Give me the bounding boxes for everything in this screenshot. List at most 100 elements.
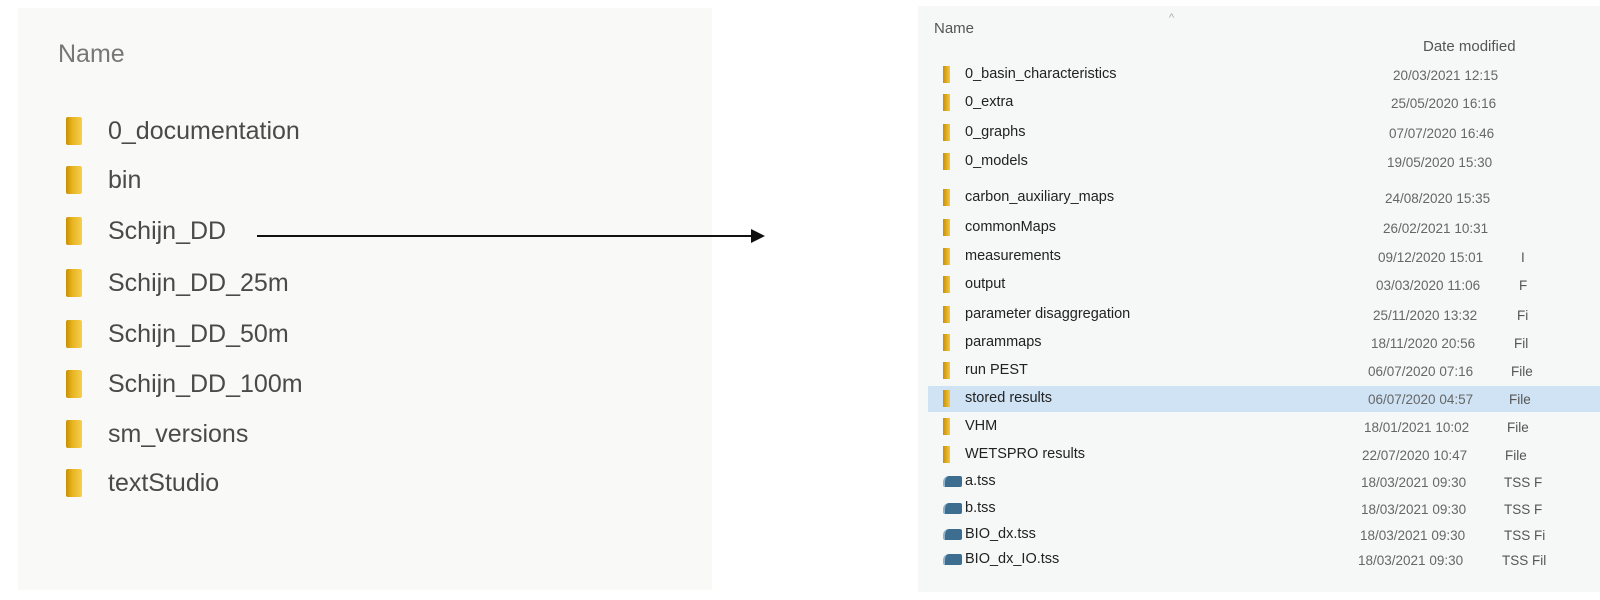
- arrow-head-icon: [751, 229, 765, 243]
- row-date: 06/07/2020 07:16: [1368, 364, 1474, 379]
- row-name: BIO_dx.tss: [965, 526, 1036, 542]
- row-type: TSS F: [1504, 475, 1543, 490]
- row-name: run PEST: [965, 362, 1028, 378]
- date-modified-column-header[interactable]: Date modified: [1423, 38, 1516, 55]
- folder-row[interactable]: measurements 09/12/2020 15:01 I: [928, 244, 1600, 270]
- left-explorer-panel: Name 0_documentation bin Schijn_DD Schij…: [18, 8, 712, 590]
- row-name: b.tss: [965, 500, 996, 516]
- row-type: F: [1519, 278, 1528, 293]
- row-date: 18/03/2021 09:30: [1361, 502, 1467, 517]
- folder-icon: [943, 94, 950, 111]
- folder-icon: [943, 446, 950, 463]
- row-type: File: [1507, 420, 1529, 435]
- folder-item[interactable]: 0_documentation: [66, 114, 300, 148]
- folder-icon: [66, 469, 82, 497]
- folder-label: Schijn_DD_25m: [108, 268, 289, 297]
- folder-label: textStudio: [108, 468, 220, 497]
- folder-icon: [66, 420, 82, 448]
- row-type: File: [1505, 448, 1527, 463]
- folder-label: Schijn_DD_50m: [108, 319, 289, 348]
- folder-icon: [943, 390, 950, 407]
- folder-row[interactable]: WETSPRO results 22/07/2020 10:47 File: [928, 442, 1600, 468]
- folder-row[interactable]: run PEST 06/07/2020 07:16 File: [928, 358, 1600, 384]
- row-date: 25/05/2020 16:16: [1391, 96, 1497, 111]
- row-date: 18/03/2021 09:30: [1358, 553, 1464, 568]
- row-type: I: [1521, 250, 1525, 265]
- row-date: 06/07/2020 04:57: [1368, 392, 1474, 407]
- arrow-right-icon: [257, 235, 755, 237]
- row-name: 0_extra: [965, 94, 1014, 110]
- folder-item[interactable]: Schijn_DD_50m: [66, 317, 289, 351]
- folder-icon: [66, 320, 82, 348]
- row-name: stored results: [965, 390, 1053, 406]
- row-name: output: [965, 276, 1006, 292]
- folder-row[interactable]: commonMaps 26/02/2021 10:31: [928, 215, 1600, 241]
- folder-row[interactable]: VHM 18/01/2021 10:02 File: [928, 414, 1600, 440]
- folder-row[interactable]: 0_graphs 07/07/2020 16:46: [928, 120, 1600, 146]
- folder-item[interactable]: textStudio: [66, 466, 219, 500]
- folder-icon: [943, 189, 950, 206]
- row-type: TSS Fil: [1502, 553, 1547, 568]
- folder-icon: [66, 117, 82, 145]
- folder-icon: [943, 362, 950, 379]
- tss-file-icon: [943, 529, 962, 540]
- folder-icon: [943, 66, 950, 83]
- folder-icon: [943, 276, 950, 293]
- folder-item[interactable]: Schijn_DD: [66, 214, 226, 248]
- row-name: WETSPRO results: [965, 446, 1086, 462]
- row-date: 18/11/2020 20:56: [1371, 336, 1476, 351]
- folder-row[interactable]: carbon_auxiliary_maps 24/08/2020 15:35: [928, 185, 1600, 211]
- folder-label: sm_versions: [108, 419, 249, 448]
- row-date: 07/07/2020 16:46: [1389, 126, 1495, 141]
- tss-file-icon: [943, 476, 962, 487]
- row-date: 20/03/2021 12:15: [1393, 68, 1499, 83]
- name-column-header[interactable]: Name: [58, 40, 125, 69]
- folder-icon: [943, 306, 950, 323]
- folder-row[interactable]: 0_extra 25/05/2020 16:16: [928, 90, 1600, 116]
- folder-item[interactable]: bin: [66, 163, 141, 197]
- folder-row[interactable]: 0_basin_characteristics 20/03/2021 12:15: [928, 62, 1600, 88]
- row-date: 26/02/2021 10:31: [1383, 221, 1489, 236]
- folder-row[interactable]: parammaps 18/11/2020 20:56 Fil: [928, 330, 1600, 356]
- folder-icon: [66, 166, 82, 194]
- folder-item[interactable]: Schijn_DD_25m: [66, 266, 289, 300]
- row-name: 0_graphs: [965, 124, 1026, 140]
- row-type: Fi: [1517, 308, 1529, 323]
- folder-icon: [943, 418, 950, 435]
- file-row[interactable]: BIO_dx.tss 18/03/2021 09:30 TSS Fi: [928, 522, 1600, 548]
- row-date: 18/03/2021 09:30: [1360, 528, 1466, 543]
- row-date: 18/01/2021 10:02: [1364, 420, 1470, 435]
- row-name: a.tss: [965, 473, 996, 489]
- row-date: 09/12/2020 15:01: [1378, 250, 1484, 265]
- name-column-header[interactable]: Name: [934, 20, 974, 37]
- row-name: 0_basin_characteristics: [965, 66, 1117, 82]
- row-type: TSS F: [1504, 502, 1543, 517]
- row-name: commonMaps: [965, 219, 1057, 235]
- folder-label: Schijn_DD_100m: [108, 369, 303, 398]
- row-name: VHM: [965, 418, 998, 434]
- right-explorer-panel: Name ^ Date modified 0_basin_characteris…: [918, 6, 1600, 592]
- folder-row[interactable]: 0_models 19/05/2020 15:30: [928, 149, 1600, 175]
- file-row[interactable]: BIO_dx_IO.tss 18/03/2021 09:30 TSS Fil: [928, 547, 1600, 573]
- row-date: 19/05/2020 15:30: [1387, 155, 1493, 170]
- file-row[interactable]: b.tss 18/03/2021 09:30 TSS F: [928, 496, 1600, 522]
- folder-row[interactable]: output 03/03/2020 11:06 F: [928, 272, 1600, 298]
- folder-icon: [943, 248, 950, 265]
- row-date: 25/11/2020 13:32: [1373, 308, 1478, 323]
- folder-label: Schijn_DD: [108, 216, 227, 245]
- folder-row[interactable]: parameter disaggregation 25/11/2020 13:3…: [928, 302, 1600, 328]
- folder-icon: [943, 153, 950, 170]
- folder-icon: [943, 334, 950, 351]
- file-row[interactable]: a.tss 18/03/2021 09:30 TSS F: [928, 469, 1600, 495]
- folder-icon: [66, 370, 82, 398]
- folder-row-selected[interactable]: stored results 06/07/2020 04:57 File: [928, 386, 1600, 412]
- folder-icon: [66, 269, 82, 297]
- row-name: parammaps: [965, 334, 1042, 350]
- tss-file-icon: [943, 503, 962, 514]
- row-date: 22/07/2020 10:47: [1362, 448, 1468, 463]
- sort-ascending-icon: ^: [1169, 12, 1175, 24]
- folder-icon: [66, 217, 82, 245]
- folder-item[interactable]: Schijn_DD_100m: [66, 367, 303, 401]
- folder-item[interactable]: sm_versions: [66, 417, 248, 451]
- row-date: 18/03/2021 09:30: [1361, 475, 1467, 490]
